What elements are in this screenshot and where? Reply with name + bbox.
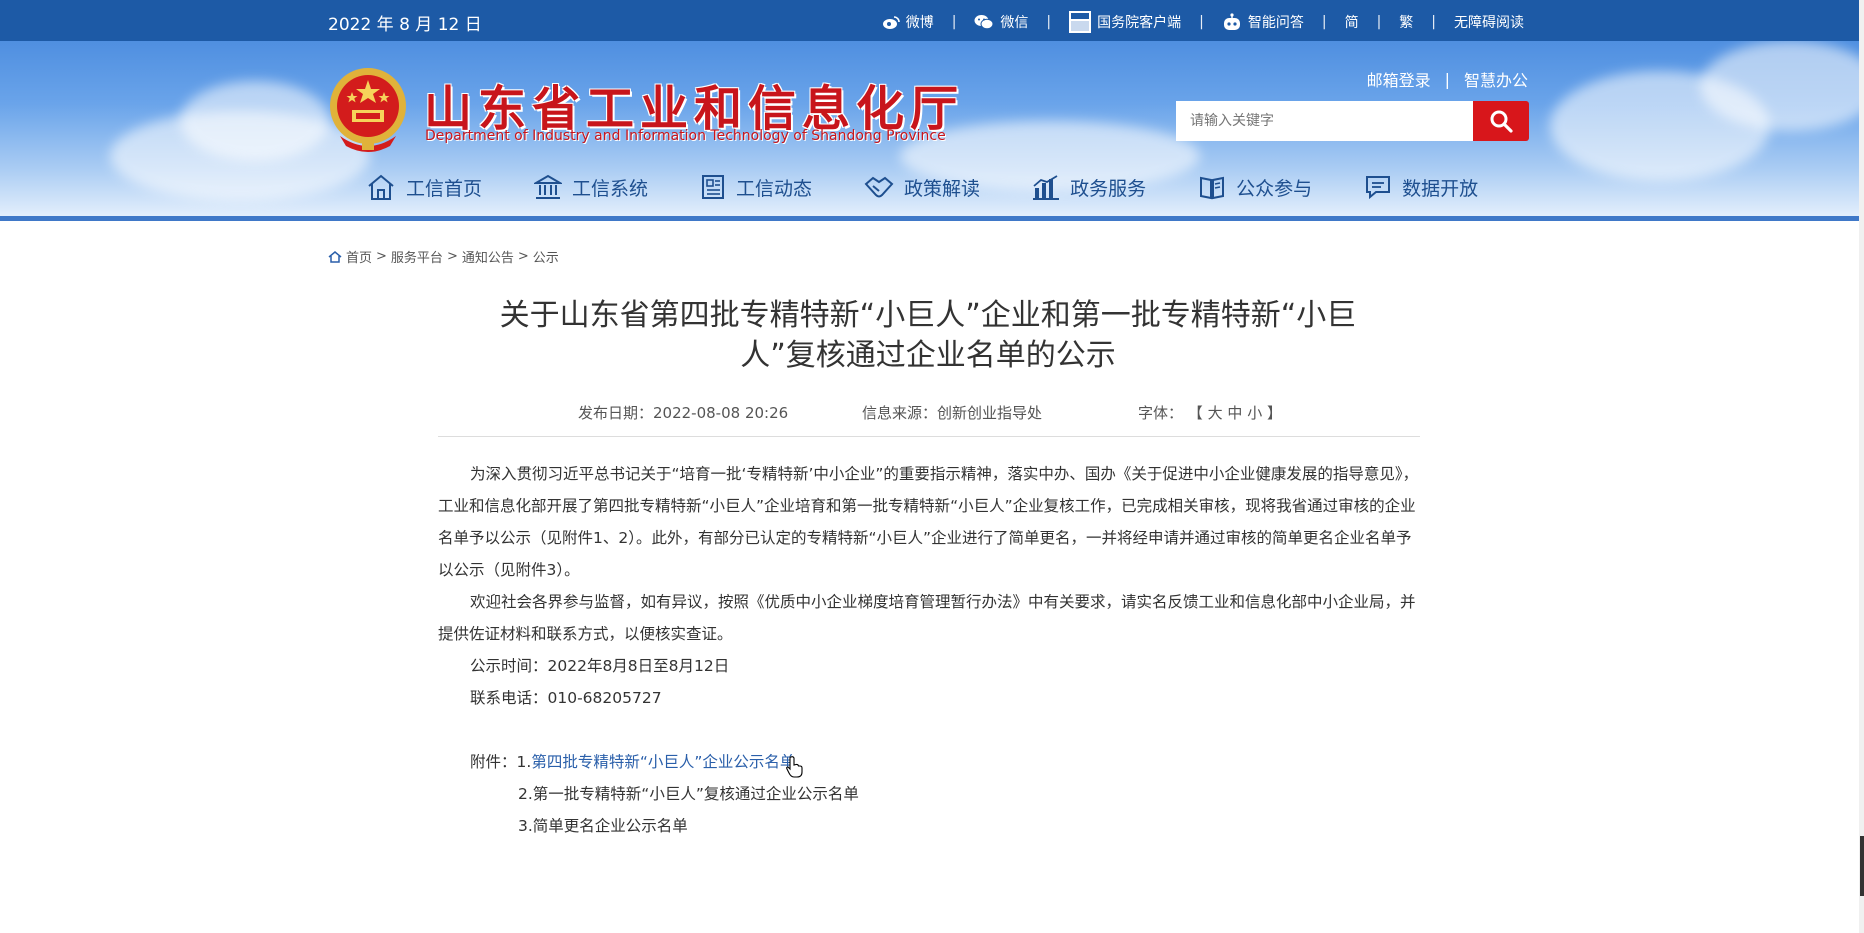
chat-icon [1366, 176, 1391, 200]
attachment-3-link[interactable]: 3.简单更名企业公示名单 [518, 817, 688, 835]
bracket-open: 【 [1187, 404, 1203, 422]
hand-cursor-icon [786, 756, 803, 778]
building-icon [534, 174, 563, 199]
weibo-icon [882, 15, 900, 29]
publicity-period: 公示时间：2022年8月8日至8月12日 [470, 657, 730, 675]
gwy-client-link[interactable]: 国务院客户端 [1065, 11, 1185, 33]
paragraph-1: 为深入贯彻习近平总书记关于“培育一批‘专精特新’中小企业”的重要指示精神，落实中… [438, 465, 1419, 579]
site-subtitle: Department of Industry and Information T… [425, 128, 946, 144]
bracket-close: 】 [1266, 404, 1282, 422]
separator: | [1199, 14, 1204, 30]
attachment-3: 3.简单更名企业公示名单 [438, 810, 1420, 842]
smart-office-link[interactable]: 智慧办公 [1464, 67, 1528, 91]
contact-phone: 联系电话：010-68205727 [470, 689, 662, 707]
scrollbar-thumb[interactable] [1860, 836, 1864, 896]
header-links: 邮箱登录 | 智慧办公 [1367, 67, 1528, 91]
top-bar: 2022 年 8 月 12 日 微博 | 微信 | 国务院客户端 | 智能问答 … [0, 0, 1864, 41]
nav-label: 政务服务 [1070, 177, 1147, 200]
traditional-link[interactable]: 繁 [1395, 12, 1417, 32]
nav-item-news[interactable]: 工信动态 [700, 174, 812, 201]
paragraph-2: 欢迎社会各界参与监督，如有异议，按照《优质中小企业梯度培育管理暂行办法》中有关要… [438, 593, 1416, 643]
accessible-reading-link[interactable]: 无障碍阅读 [1450, 12, 1528, 32]
separator: | [951, 14, 957, 30]
nav-label: 政策解读 [904, 177, 981, 200]
robot-icon [1223, 13, 1240, 30]
weibo-label: 微博 [905, 15, 934, 31]
article-body: 为深入贯彻习近平总书记关于“培育一批‘专精特新’中小企业”的重要指示精神，落实中… [438, 458, 1420, 842]
font-size-large[interactable]: 大 [1208, 404, 1223, 422]
article-title: 关于山东省第四批专精特新“小巨人”企业和第一批专精特新“小巨人”复核通过企业名单… [499, 298, 1357, 373]
breadcrumb-home[interactable]: 首页 [346, 247, 372, 266]
search-input[interactable] [1176, 101, 1476, 141]
search-button[interactable] [1473, 101, 1529, 141]
nav-item-home[interactable]: 工信首页 [366, 173, 482, 201]
weixin-label: 微信 [1000, 15, 1029, 31]
simplified-link[interactable]: 简 [1341, 12, 1363, 32]
site-header: 山东省工业和信息化厅 Department of Industry and In… [0, 41, 1864, 221]
separator: | [1444, 69, 1450, 89]
publish-date: 发布日期：2022-08-08 20:26 [578, 404, 789, 422]
info-source: 信息来源：创新创业指导处 [862, 404, 1043, 422]
current-date: 2022 年 8 月 12 日 [328, 15, 482, 35]
meta-divider [438, 436, 1420, 437]
attachment-1-number: 1. [516, 753, 532, 771]
font-size-control: 字体： 【 大 中 小 】 [1138, 402, 1282, 423]
chart-icon [1033, 175, 1060, 200]
separator: | [1046, 14, 1052, 30]
breadcrumb-service-platform[interactable]: 服务平台 [391, 247, 443, 266]
separator: | [1431, 14, 1436, 30]
book-icon [1200, 176, 1225, 200]
wechat-icon [974, 15, 994, 30]
separator: | [1376, 14, 1382, 30]
mail-login-link[interactable]: 邮箱登录 [1367, 67, 1431, 91]
weibo-link[interactable]: 微博 [878, 12, 938, 32]
attachment-1: 附件：1.第四批专精特新“小巨人”企业公示名单 [438, 746, 1420, 778]
attachment-2-link[interactable]: 2.第一批专精特新“小巨人”复核通过企业公示名单 [518, 785, 859, 803]
handshake-icon [864, 176, 894, 198]
nav-label: 工信首页 [406, 177, 483, 200]
nav-item-system[interactable]: 工信系统 [534, 174, 648, 201]
nav-label: 公众参与 [1236, 177, 1313, 200]
main-nav: 工信首页 工信系统 工信动态 政策解读 政务服务 公众参与 数据开放 [366, 173, 1478, 201]
weixin-link[interactable]: 微信 [970, 12, 1032, 32]
home-icon [328, 250, 342, 263]
news-icon [702, 175, 725, 199]
nav-label: 数据开放 [1402, 177, 1479, 200]
nav-item-service[interactable]: 政务服务 [1032, 174, 1146, 201]
breadcrumb-sep: > [517, 249, 529, 264]
gwy-client-label: 国务院客户端 [1097, 15, 1182, 31]
font-size-small[interactable]: 小 [1247, 404, 1262, 422]
breadcrumb-notices[interactable]: 通知公告 [462, 247, 514, 266]
breadcrumb: 首页 > 服务平台 > 通知公告 > 公示 [328, 247, 559, 266]
search-icon [1490, 110, 1513, 133]
nav-item-data[interactable]: 数据开放 [1364, 174, 1478, 201]
font-size-label: 字体： [1138, 404, 1184, 422]
breadcrumb-sep: > [446, 249, 458, 264]
separator: | [1321, 14, 1327, 30]
header-divider [0, 216, 1864, 221]
smart-qa-label: 智能问答 [1247, 15, 1304, 31]
breadcrumb-publicity[interactable]: 公示 [533, 247, 559, 266]
cloud-decoration [180, 81, 330, 161]
home-icon [368, 174, 394, 200]
breadcrumb-sep: > [376, 249, 387, 264]
nav-label: 工信动态 [736, 177, 813, 200]
attachment-label: 附件： [470, 753, 517, 771]
gwy-client-icon [1069, 11, 1092, 33]
attachment-1-link[interactable]: 第四批专精特新“小巨人”企业公示名单 [531, 753, 795, 771]
national-emblem-logo[interactable] [328, 66, 408, 152]
smart-qa-link[interactable]: 智能问答 [1218, 12, 1308, 32]
nav-label: 工信系统 [572, 177, 649, 200]
top-links: 微博 | 微信 | 国务院客户端 | 智能问答 | 简 | 繁 | 无障碍阅读 [878, 11, 1528, 33]
nav-item-policy[interactable]: 政策解读 [864, 174, 980, 201]
font-size-medium[interactable]: 中 [1227, 404, 1242, 422]
nav-item-public[interactable]: 公众参与 [1198, 174, 1312, 201]
vertical-scrollbar[interactable] [1859, 0, 1864, 933]
attachment-2: 2.第一批专精特新“小巨人”复核通过企业公示名单 [438, 778, 1420, 810]
